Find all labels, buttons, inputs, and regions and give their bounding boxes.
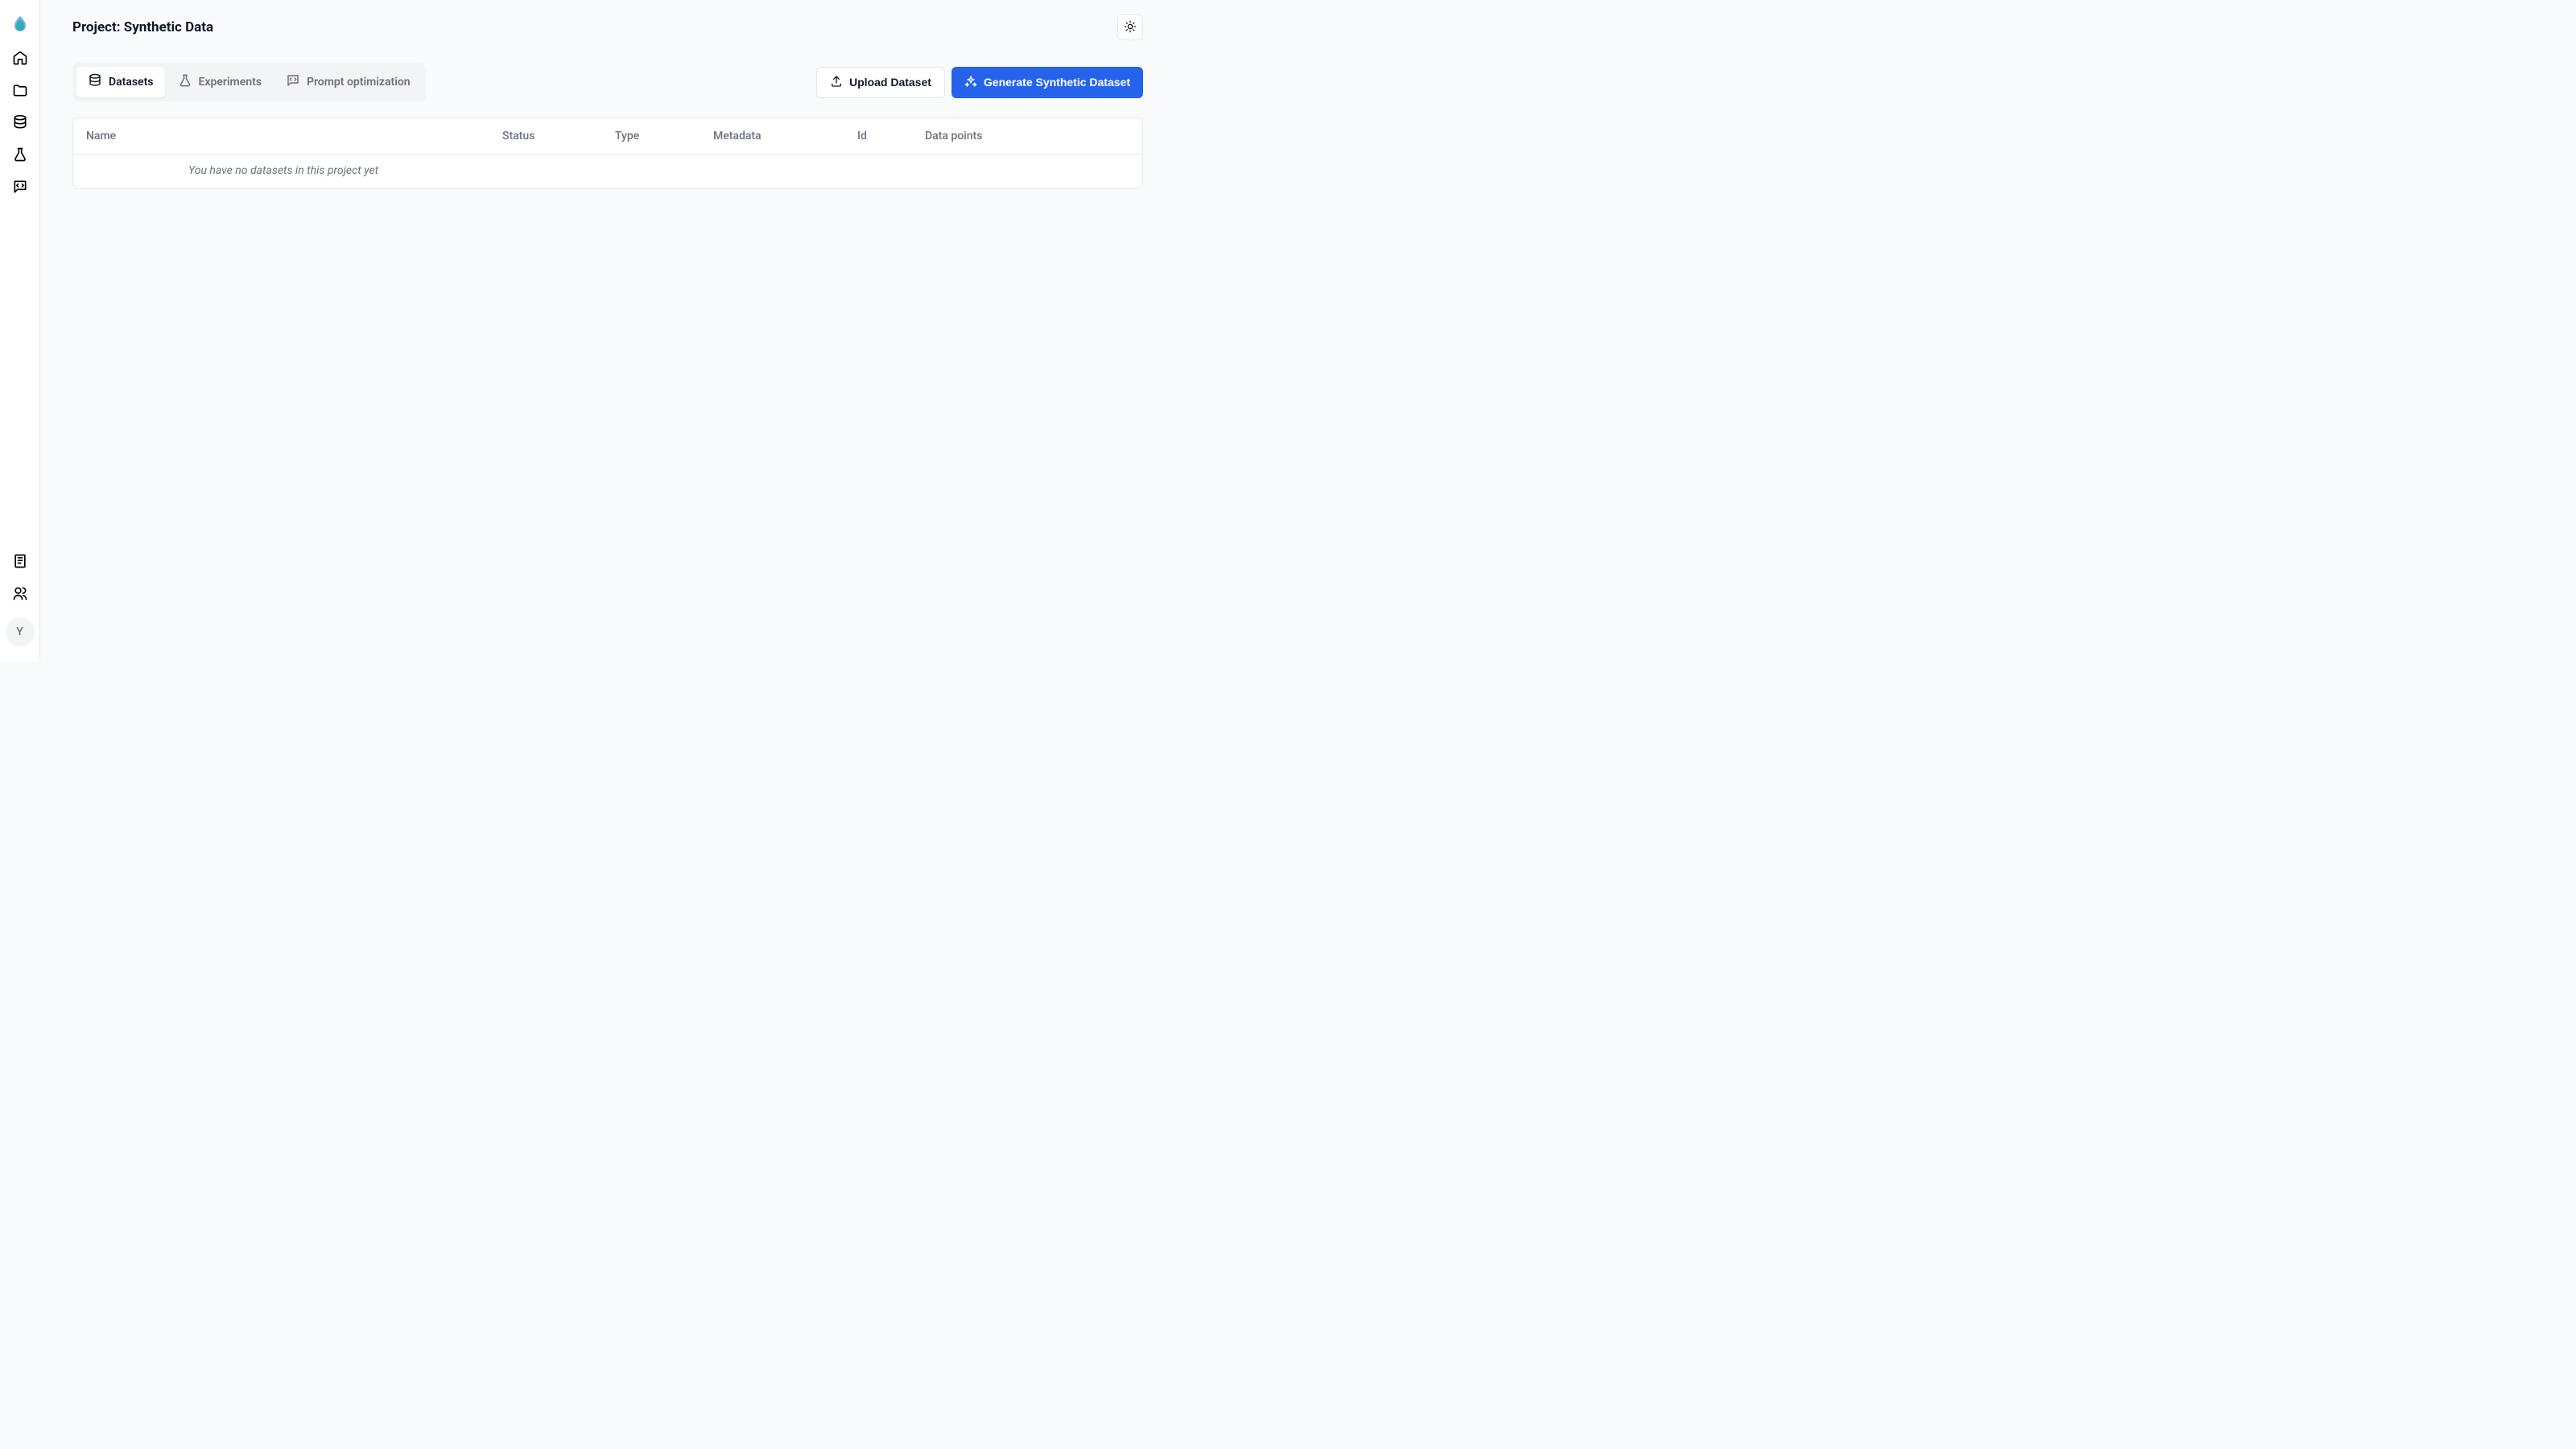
database-icon <box>88 73 102 91</box>
page-title: Project: Synthetic Data <box>72 19 213 35</box>
column-metadata[interactable]: Metadata <box>713 130 857 142</box>
sun-icon <box>1124 20 1137 35</box>
button-label: Generate Synthetic Dataset <box>984 76 1130 89</box>
column-name[interactable]: Name <box>86 130 502 142</box>
folder-icon[interactable] <box>12 82 28 98</box>
tabs: Datasets Experiments Prompt optimization <box>72 63 426 101</box>
flask-icon <box>178 73 192 91</box>
logo[interactable] <box>10 14 30 34</box>
book-icon[interactable] <box>12 553 28 569</box>
toolbar: Datasets Experiments Prompt optimization <box>72 63 1143 101</box>
empty-state-message: You have no datasets in this project yet <box>73 155 1142 188</box>
column-type[interactable]: Type <box>615 130 713 142</box>
tab-datasets[interactable]: Datasets <box>76 67 165 97</box>
column-id[interactable]: Id <box>857 130 925 142</box>
sparkles-icon <box>964 75 977 90</box>
message-code-icon[interactable] <box>12 179 28 195</box>
avatar[interactable]: Y <box>6 617 35 646</box>
actions: Upload Dataset Generate Synthetic Datase… <box>816 67 1143 98</box>
column-status[interactable]: Status <box>502 130 615 142</box>
upload-icon <box>830 75 843 90</box>
home-icon[interactable] <box>12 50 28 66</box>
sidebar: Y <box>0 0 40 661</box>
tab-label: Datasets <box>109 76 154 89</box>
tab-prompt-optimization[interactable]: Prompt optimization <box>275 67 422 97</box>
tab-label: Prompt optimization <box>307 76 411 89</box>
theme-toggle-button[interactable] <box>1117 14 1143 40</box>
tab-label: Experiments <box>199 76 262 89</box>
sidebar-bottom: Y <box>6 553 35 661</box>
header: Project: Synthetic Data <box>72 14 1143 40</box>
users-icon[interactable] <box>12 585 28 601</box>
tab-experiments[interactable]: Experiments <box>167 67 273 97</box>
upload-dataset-button[interactable]: Upload Dataset <box>816 67 945 98</box>
table-header: Name Status Type Metadata Id Data points <box>73 118 1142 155</box>
flask-icon[interactable] <box>12 147 28 163</box>
datasets-table: Name Status Type Metadata Id Data points… <box>72 118 1143 189</box>
generate-dataset-button[interactable]: Generate Synthetic Dataset <box>952 67 1143 98</box>
avatar-initial: Y <box>16 625 23 638</box>
sidebar-nav <box>12 50 28 553</box>
database-icon[interactable] <box>12 114 28 130</box>
column-datapoints[interactable]: Data points <box>925 130 1129 142</box>
main-content: Project: Synthetic Data Datasets Experim… <box>40 0 1175 661</box>
button-label: Upload Dataset <box>849 76 931 89</box>
message-code-icon <box>286 73 300 91</box>
